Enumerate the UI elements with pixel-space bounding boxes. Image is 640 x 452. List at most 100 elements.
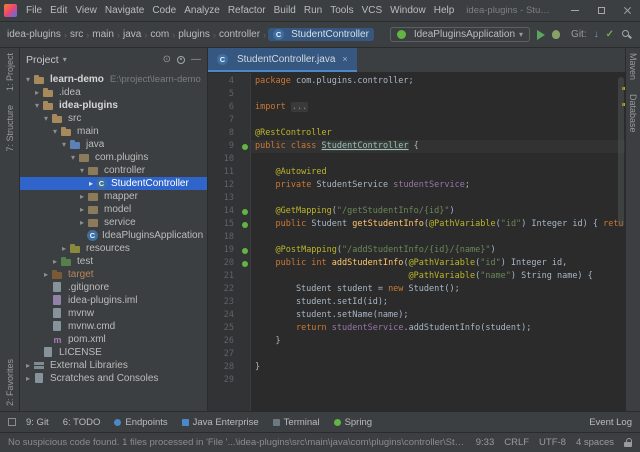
expand-arrow-icon[interactable]: ▸: [77, 218, 87, 227]
tree-item-pom-xml[interactable]: mpom.xml: [20, 333, 207, 346]
menu-analyze[interactable]: Analyze: [180, 5, 224, 16]
breadcrumb-item-studentcontroller[interactable]: CStudentController: [268, 28, 374, 41]
line-number[interactable]: 23: [208, 296, 238, 309]
collapse-arrow-icon[interactable]: ▾: [41, 114, 51, 123]
menu-vcs[interactable]: VCS: [358, 5, 387, 16]
tree-item-learn-demo[interactable]: ▾learn-demoE:\project\learn-demo: [20, 73, 207, 86]
menu-navigate[interactable]: Navigate: [101, 5, 148, 16]
code-editor[interactable]: 4package com.plugins.controller;56import…: [208, 73, 625, 411]
line-number[interactable]: 5: [208, 88, 238, 101]
line-number[interactable]: 10: [208, 153, 238, 166]
line-number[interactable]: 27: [208, 348, 238, 361]
readonly-lock-icon[interactable]: [624, 438, 632, 447]
expand-arrow-icon[interactable]: ▸: [23, 361, 33, 370]
line-number[interactable]: 8: [208, 127, 238, 140]
line-number[interactable]: 28: [208, 361, 238, 374]
hide-panel-icon[interactable]: —: [191, 54, 201, 65]
caret-position[interactable]: 9:33: [476, 437, 495, 448]
tree-item-resources[interactable]: ▸resources: [20, 242, 207, 255]
tab-studentcontroller-java[interactable]: C StudentController.java ×: [208, 48, 357, 72]
line-separator-indicator[interactable]: CRLF: [504, 437, 529, 448]
tool-button-maven[interactable]: Maven: [628, 53, 638, 80]
minimize-button[interactable]: [562, 0, 588, 21]
tree-item-mvnw[interactable]: mvnw: [20, 307, 207, 320]
expand-arrow-icon[interactable]: ▸: [59, 244, 69, 253]
line-number[interactable]: 7: [208, 114, 238, 127]
breadcrumb-item-controller[interactable]: controller: [218, 29, 261, 40]
close-button[interactable]: [614, 0, 640, 21]
locate-file-icon[interactable]: ⊙: [163, 54, 171, 65]
menu-build[interactable]: Build: [270, 5, 300, 16]
menu-window[interactable]: Window: [386, 5, 430, 16]
chevron-down-icon[interactable]: ▾: [63, 55, 67, 64]
spring-bean-icon[interactable]: [242, 261, 248, 267]
tree-item-main[interactable]: ▾main: [20, 125, 207, 138]
tree-item-license[interactable]: LICENSE: [20, 346, 207, 359]
expand-arrow-icon[interactable]: ▸: [41, 270, 51, 279]
tree-item-controller[interactable]: ▾controller: [20, 164, 207, 177]
tree-item-idea-plugins-iml[interactable]: idea-plugins.iml: [20, 294, 207, 307]
line-number[interactable]: 12: [208, 179, 238, 192]
toolwindow-button-endpoints[interactable]: Endpoints: [114, 417, 167, 428]
toolwindow-button-java-enterprise[interactable]: Java Enterprise: [182, 417, 259, 428]
settings-gear-icon[interactable]: [177, 56, 185, 64]
tree-item-external-libraries[interactable]: ▸External Libraries: [20, 359, 207, 372]
line-number[interactable]: 14: [208, 205, 238, 218]
run-configuration-select[interactable]: IdeaPluginsApplication ▾: [390, 27, 530, 42]
toolwindow-button-spring[interactable]: Spring: [334, 417, 372, 428]
toolwindow-button-event-log[interactable]: Event Log: [589, 417, 632, 428]
line-number[interactable]: 24: [208, 309, 238, 322]
toolwindow-button-6-todo[interactable]: 6: TODO: [63, 417, 101, 428]
tool-button-database[interactable]: Database: [628, 94, 638, 133]
tree-item-model[interactable]: ▸model: [20, 203, 207, 216]
file-encoding-indicator[interactable]: UTF-8: [539, 437, 566, 448]
line-number[interactable]: 22: [208, 283, 238, 296]
menu-refactor[interactable]: Refactor: [224, 5, 270, 16]
menu-run[interactable]: Run: [300, 5, 326, 16]
indent-indicator[interactable]: 4 spaces: [576, 437, 614, 448]
line-number[interactable]: 11: [208, 166, 238, 179]
editor-area[interactable]: C StudentController.java × 4package com.…: [208, 48, 625, 411]
expand-arrow-icon[interactable]: ▸: [86, 179, 96, 188]
expand-arrow-icon[interactable]: ▸: [23, 374, 33, 383]
breadcrumb-item-idea-plugins[interactable]: idea-plugins: [6, 29, 62, 40]
breadcrumb-item-java[interactable]: java: [122, 29, 142, 40]
tree-item-idea-plugins[interactable]: ▾idea-plugins: [20, 99, 207, 112]
toolwindow-button-terminal[interactable]: Terminal: [273, 417, 320, 428]
tree-item-gitignore[interactable]: .gitignore: [20, 281, 207, 294]
collapse-arrow-icon[interactable]: ▾: [68, 153, 78, 162]
line-number[interactable]: 25: [208, 322, 238, 335]
menu-tools[interactable]: Tools: [326, 5, 357, 16]
tree-item-target[interactable]: ▸target: [20, 268, 207, 281]
menu-file[interactable]: File: [22, 5, 46, 16]
spring-bean-icon[interactable]: [242, 209, 248, 215]
tree-item-service[interactable]: ▸service: [20, 216, 207, 229]
breadcrumb-item-com[interactable]: com: [149, 29, 170, 40]
expand-arrow-icon[interactable]: ▸: [77, 192, 87, 201]
line-number[interactable]: 18: [208, 231, 238, 244]
tree-item-mvnw-cmd[interactable]: mvnw.cmd: [20, 320, 207, 333]
line-number[interactable]: 4: [208, 75, 238, 88]
editor-scrollbar[interactable]: [618, 77, 624, 227]
line-number[interactable]: 20: [208, 257, 238, 270]
expand-arrow-icon[interactable]: ▸: [32, 88, 42, 97]
breadcrumb-item-main[interactable]: main: [91, 29, 115, 40]
menu-edit[interactable]: Edit: [46, 5, 71, 16]
maximize-button[interactable]: [588, 0, 614, 21]
line-number[interactable]: 21: [208, 270, 238, 283]
debug-button[interactable]: [552, 30, 560, 39]
tree-item-studentcontroller[interactable]: ▸CStudentController: [20, 177, 207, 190]
line-number[interactable]: 19: [208, 244, 238, 257]
collapse-arrow-icon[interactable]: ▾: [50, 127, 60, 136]
line-number[interactable]: 9: [208, 140, 238, 153]
breadcrumb-item-plugins[interactable]: plugins: [177, 29, 211, 40]
collapse-arrow-icon[interactable]: ▾: [59, 140, 69, 149]
tool-button-7-structure[interactable]: 7: Structure: [5, 105, 15, 152]
line-number[interactable]: 26: [208, 335, 238, 348]
collapse-arrow-icon[interactable]: ▾: [23, 75, 33, 84]
vcs-commit-icon[interactable]: ✓: [606, 29, 614, 40]
close-tab-icon[interactable]: ×: [342, 54, 347, 64]
toolwindow-button-9-git[interactable]: 9: Git: [26, 417, 49, 428]
tool-button-1-project[interactable]: 1: Project: [5, 53, 15, 91]
tree-item-test[interactable]: ▸test: [20, 255, 207, 268]
